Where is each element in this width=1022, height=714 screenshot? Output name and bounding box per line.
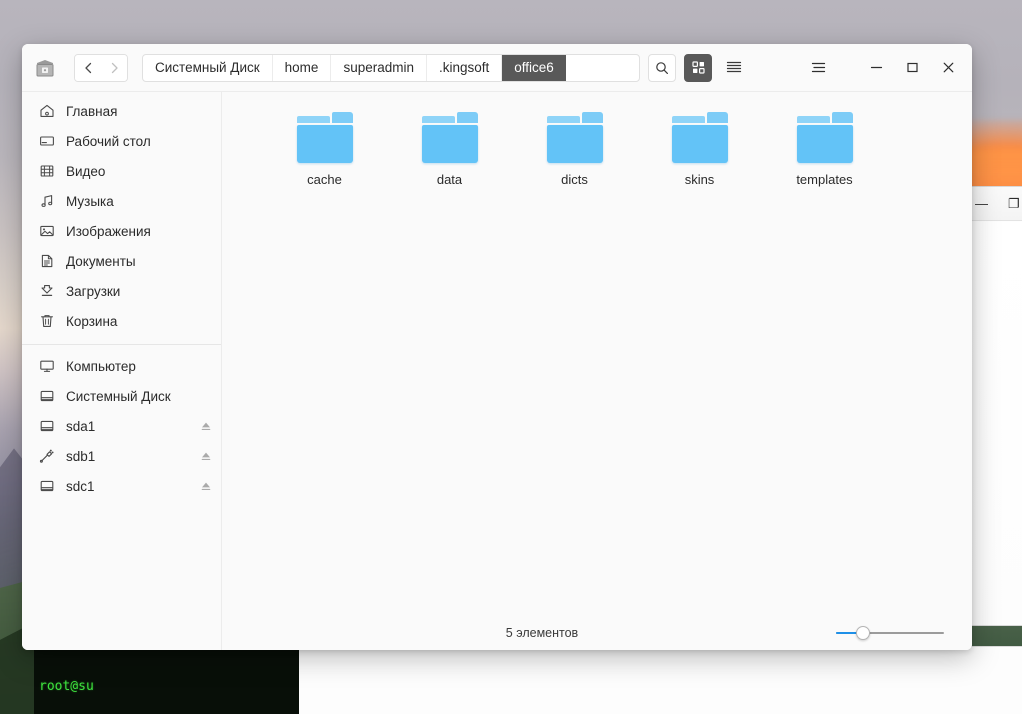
- sidebar-item-downloads[interactable]: Загрузки: [22, 276, 221, 306]
- sidebar-item-pictures[interactable]: Изображения: [22, 216, 221, 246]
- file-label: dicts: [561, 172, 588, 187]
- sidebar-label: Корзина: [66, 313, 118, 329]
- grid-view-icon[interactable]: [684, 53, 712, 82]
- documents-icon: [38, 252, 56, 270]
- window-body: Главная Рабочий стол Видео Музыка Изобра…: [22, 92, 972, 650]
- sidebar-label: Изображения: [66, 223, 151, 239]
- file-manager-icon: [30, 54, 60, 82]
- folder-icon: [545, 112, 605, 164]
- sidebar-item-video[interactable]: Видео: [22, 156, 221, 186]
- eject-icon[interactable]: [199, 449, 213, 463]
- sidebar-divider: [22, 344, 221, 345]
- close-icon[interactable]: [934, 54, 962, 82]
- background-minimize-icon[interactable]: —: [975, 197, 988, 210]
- zoom-slider[interactable]: [836, 626, 944, 640]
- sidebar-item-sdb1[interactable]: sdb1: [22, 441, 221, 471]
- sidebar-label: Загрузки: [66, 283, 121, 299]
- sidebar-item-desktop[interactable]: Рабочий стол: [22, 126, 221, 156]
- breadcrumb: Системный Диск home superadmin .kingsoft…: [142, 53, 640, 82]
- drive-icon: [38, 387, 56, 405]
- breadcrumb-item-home[interactable]: home: [273, 54, 332, 81]
- file-label: cache: [307, 172, 342, 187]
- sidebar-label: Документы: [66, 253, 136, 269]
- sidebar-label: Видео: [66, 163, 106, 179]
- zoom-slider-thumb[interactable]: [856, 626, 870, 640]
- file-item[interactable]: skins: [637, 106, 762, 187]
- sidebar: Главная Рабочий стол Видео Музыка Изобра…: [22, 92, 222, 650]
- sidebar-label: Главная: [66, 103, 118, 119]
- file-item[interactable]: templates: [762, 106, 887, 187]
- terminal-line: root@su: [39, 679, 94, 694]
- sidebar-label: sdc1: [66, 478, 95, 494]
- sidebar-label: sda1: [66, 418, 96, 434]
- file-list-area[interactable]: cache data dicts skins templates 5 элеме…: [222, 92, 972, 650]
- pictures-icon: [38, 222, 56, 240]
- folder-icon: [670, 112, 730, 164]
- usb-drive-icon: [38, 447, 56, 465]
- file-label: skins: [684, 172, 715, 187]
- file-item[interactable]: cache: [262, 106, 387, 187]
- icon-grid: cache data dicts skins templates: [222, 92, 972, 616]
- file-label: templates: [796, 172, 853, 187]
- desktop: — ❐ root@su root@su Desktop root@su: [0, 0, 1022, 714]
- back-button[interactable]: [75, 54, 101, 81]
- sidebar-item-music[interactable]: Музыка: [22, 186, 221, 216]
- file-label: data: [436, 172, 463, 187]
- background-terminal[interactable]: root@su root@su Desktop root@su: [34, 641, 299, 714]
- downloads-icon: [38, 282, 56, 300]
- computer-icon: [38, 357, 56, 375]
- folder-icon: [795, 112, 855, 164]
- sidebar-item-sdc1[interactable]: sdc1: [22, 471, 221, 501]
- drive-icon: [38, 477, 56, 495]
- hamburger-menu-icon[interactable]: [804, 54, 832, 82]
- background-window-bottom[interactable]: [298, 646, 1022, 714]
- forward-button[interactable]: [101, 54, 127, 81]
- breadcrumb-item-office6[interactable]: office6: [502, 54, 566, 81]
- sidebar-item-sda1[interactable]: sda1: [22, 411, 221, 441]
- toolbar: Системный Диск home superadmin .kingsoft…: [22, 44, 972, 92]
- sidebar-item-documents[interactable]: Документы: [22, 246, 221, 276]
- breadcrumb-item-system-disk[interactable]: Системный Диск: [143, 54, 273, 81]
- trash-icon: [38, 312, 56, 330]
- sidebar-item-system-disk[interactable]: Системный Диск: [22, 381, 221, 411]
- minimize-icon[interactable]: [862, 54, 890, 82]
- sidebar-label: Рабочий стол: [66, 133, 151, 149]
- drive-icon: [38, 417, 56, 435]
- search-icon[interactable]: [648, 53, 676, 82]
- navigation-buttons: [74, 53, 128, 82]
- file-item[interactable]: dicts: [512, 106, 637, 187]
- sidebar-item-computer[interactable]: Компьютер: [22, 351, 221, 381]
- folder-icon: [295, 112, 355, 164]
- sidebar-label: Системный Диск: [66, 388, 171, 404]
- status-bar: 5 элементов: [222, 616, 972, 650]
- file-manager-window: Системный Диск home superadmin .kingsoft…: [22, 44, 972, 650]
- breadcrumb-item-superadmin[interactable]: superadmin: [331, 54, 427, 81]
- eject-icon[interactable]: [199, 479, 213, 493]
- background-window-titlebar: — ❐: [969, 187, 1022, 221]
- breadcrumb-item-kingsoft[interactable]: .kingsoft: [427, 54, 503, 81]
- folder-icon: [420, 112, 480, 164]
- sidebar-label: Компьютер: [66, 358, 136, 374]
- video-icon: [38, 162, 56, 180]
- desktop-icon: [38, 132, 56, 150]
- sidebar-label: Музыка: [66, 193, 114, 209]
- sidebar-label: sdb1: [66, 448, 96, 464]
- home-icon: [38, 102, 56, 120]
- sidebar-item-home[interactable]: Главная: [22, 96, 221, 126]
- breadcrumb-empty-area[interactable]: [566, 55, 639, 81]
- sidebar-item-trash[interactable]: Корзина: [22, 306, 221, 336]
- file-item[interactable]: data: [387, 106, 512, 187]
- eject-icon[interactable]: [199, 419, 213, 433]
- maximize-icon[interactable]: [898, 54, 926, 82]
- background-window-right[interactable]: — ❐: [968, 186, 1022, 626]
- list-view-icon[interactable]: [720, 54, 748, 82]
- background-maximize-icon[interactable]: ❐: [1008, 197, 1020, 210]
- music-icon: [38, 192, 56, 210]
